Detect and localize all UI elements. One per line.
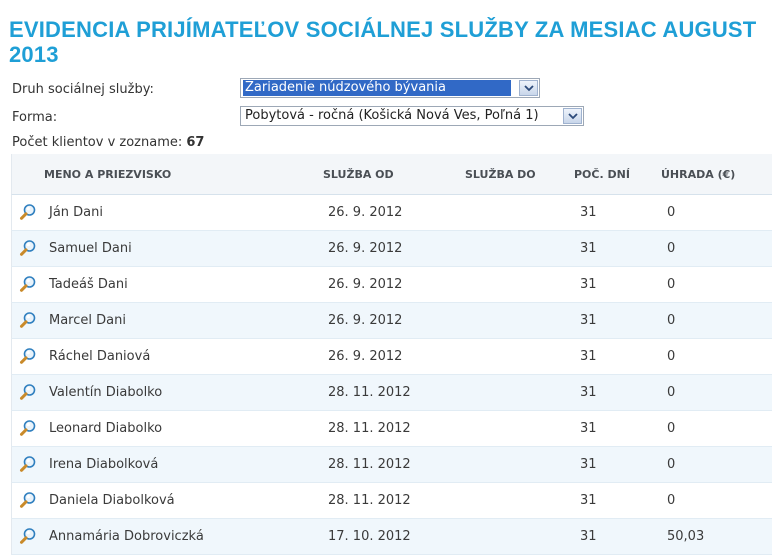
cell-days: 31 <box>580 313 597 328</box>
table-row: Annamária Dobroviczká 17. 10. 2012 31 50,03 <box>11 519 772 555</box>
header-payment[interactable]: ÚHRADA (€) <box>661 168 735 181</box>
magnifier-icon[interactable] <box>19 203 37 221</box>
cell-days: 31 <box>580 421 597 436</box>
cell-name: Ján Dani <box>49 205 103 220</box>
cell-service-from: 28. 11. 2012 <box>328 385 411 400</box>
cell-payment: 0 <box>667 385 676 400</box>
chevron-down-icon[interactable] <box>519 80 538 96</box>
table-body: Ján Dani 26. 9. 2012 31 0 Samuel Dani 26. 9. … <box>11 195 772 555</box>
cell-name: Irena Diabolková <box>49 457 159 472</box>
cell-days: 31 <box>580 349 597 364</box>
header-service-to[interactable]: SLUŽBA DO <box>465 168 536 181</box>
cell-service-from: 26. 9. 2012 <box>328 277 403 292</box>
client-count-value: 67 <box>186 135 205 150</box>
cell-days: 31 <box>580 493 597 508</box>
magnifier-icon[interactable] <box>19 347 37 365</box>
table-row: Ján Dani 26. 9. 2012 31 0 <box>11 195 772 231</box>
magnifier-icon[interactable] <box>19 383 37 401</box>
cell-days: 31 <box>580 277 597 292</box>
cell-name: Marcel Dani <box>49 313 126 328</box>
client-count-label: Počet klientov v zozname: <box>12 135 183 150</box>
top-strip <box>0 0 772 14</box>
magnifier-icon[interactable] <box>19 275 37 293</box>
table-row: Tadeáš Dani 26. 9. 2012 31 0 <box>11 267 772 303</box>
druh-select[interactable]: Zariadenie núdzového bývania <box>240 78 540 98</box>
cell-name: Daniela Diabolková <box>49 493 175 508</box>
druh-label: Druh sociálnej služby: <box>12 82 154 97</box>
table-row: Leonard Diabolko 28. 11. 2012 31 0 <box>11 411 772 447</box>
cell-days: 31 <box>580 529 597 544</box>
header-name[interactable]: MENO A PRIEZVISKO <box>44 168 171 181</box>
magnifier-icon[interactable] <box>19 239 37 257</box>
cell-payment: 50,03 <box>667 529 705 544</box>
cell-name: Annamária Dobroviczká <box>49 529 204 544</box>
cell-payment: 0 <box>667 241 676 256</box>
cell-payment: 0 <box>667 205 676 220</box>
table-row: Irena Diabolková 28. 11. 2012 31 0 <box>11 447 772 483</box>
forma-label: Forma: <box>12 110 58 125</box>
cell-name: Tadeáš Dani <box>49 277 128 292</box>
cell-days: 31 <box>580 385 597 400</box>
cell-name: Valentín Diabolko <box>49 385 163 400</box>
magnifier-icon[interactable] <box>19 419 37 437</box>
forma-select[interactable]: Pobytová - ročná (Košická Nová Ves, Poľn… <box>240 106 584 126</box>
cell-service-from: 26. 9. 2012 <box>328 241 403 256</box>
table-row: Daniela Diabolková 28. 11. 2012 31 0 <box>11 483 772 519</box>
cell-service-from: 17. 10. 2012 <box>328 529 411 544</box>
cell-payment: 0 <box>667 421 676 436</box>
forma-select-value: Pobytová - ročná (Košická Nová Ves, Poľn… <box>245 108 539 123</box>
table-header: MENO A PRIEZVISKO SLUŽBA OD SLUŽBA DO PO… <box>11 154 772 195</box>
client-count: Počet klientov v zozname: 67 <box>12 135 204 150</box>
magnifier-icon[interactable] <box>19 491 37 509</box>
magnifier-icon[interactable] <box>19 311 37 329</box>
cell-days: 31 <box>580 457 597 472</box>
cell-name: Ráchel Daniová <box>49 349 151 364</box>
cell-name: Leonard Diabolko <box>49 421 163 436</box>
header-service-from[interactable]: SLUŽBA OD <box>323 168 394 181</box>
clients-table: MENO A PRIEZVISKO SLUŽBA OD SLUŽBA DO PO… <box>11 154 772 555</box>
cell-service-from: 26. 9. 2012 <box>328 349 403 364</box>
cell-service-from: 28. 11. 2012 <box>328 421 411 436</box>
cell-service-from: 28. 11. 2012 <box>328 457 411 472</box>
magnifier-icon[interactable] <box>19 455 37 473</box>
cell-days: 31 <box>580 241 597 256</box>
cell-payment: 0 <box>667 277 676 292</box>
cell-service-from: 26. 9. 2012 <box>328 313 403 328</box>
table-row: Valentín Diabolko 28. 11. 2012 31 0 <box>11 375 772 411</box>
table-row: Samuel Dani 26. 9. 2012 31 0 <box>11 231 772 267</box>
cell-payment: 0 <box>667 457 676 472</box>
cell-service-from: 26. 9. 2012 <box>328 205 403 220</box>
table-row: Marcel Dani 26. 9. 2012 31 0 <box>11 303 772 339</box>
page-title: EVIDENCIA PRIJÍMATEĽOV SOCIÁLNEJ SLUŽBY … <box>9 17 757 67</box>
table-row: Ráchel Daniová 26. 9. 2012 31 0 <box>11 339 772 375</box>
cell-service-from: 28. 11. 2012 <box>328 493 411 508</box>
magnifier-icon[interactable] <box>19 527 37 545</box>
header-days[interactable]: POČ. DNÍ <box>574 168 630 181</box>
cell-payment: 0 <box>667 349 676 364</box>
cell-payment: 0 <box>667 493 676 508</box>
cell-payment: 0 <box>667 313 676 328</box>
cell-days: 31 <box>580 205 597 220</box>
chevron-down-icon[interactable] <box>563 108 582 124</box>
cell-name: Samuel Dani <box>49 241 132 256</box>
druh-select-value: Zariadenie núdzového bývania <box>243 80 511 96</box>
